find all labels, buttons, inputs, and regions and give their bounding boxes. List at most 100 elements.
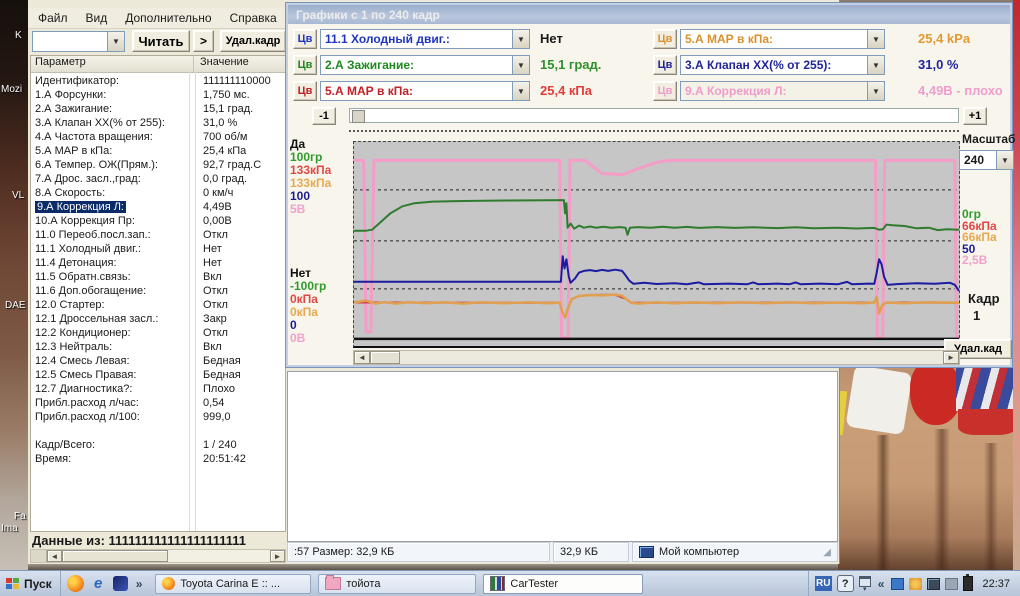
param-name: 11.6 Доп.обогащение: [31, 284, 195, 298]
task-label: тойота [346, 578, 380, 590]
table-row[interactable]: 8.А Скорость:0 км/ч [31, 186, 285, 200]
resize-grip[interactable]: ◢ [823, 547, 831, 558]
table-row[interactable]: 12.0 Стартер:Откл [31, 298, 285, 312]
table-row[interactable]: Прибл.расход л/час:0,54 [31, 396, 285, 410]
table-row[interactable]: 12.7 Диагностика?:Плохо [31, 382, 285, 396]
menu-view[interactable]: Вид [86, 11, 108, 25]
desktop-icon-label[interactable]: Mozi [1, 84, 22, 95]
table-row[interactable]: 3.А Клапан ХХ(% от 255):31,0 % [31, 116, 285, 130]
table-row[interactable]: 11.1 Холодный двиг.:Нет [31, 242, 285, 256]
table-row[interactable]: 11.6 Доп.обогащение:Откл [31, 284, 285, 298]
table-row[interactable]: 2.А Зажигание:15,1 град. [31, 102, 285, 116]
table-row[interactable]: 12.1 Дроссельная засл.:Закр [31, 312, 285, 326]
chevron-overflow-icon[interactable]: » [134, 577, 145, 591]
ie-icon[interactable]: e [90, 575, 107, 592]
scroll-left-arrow-icon[interactable]: ◄ [354, 351, 370, 364]
table-row[interactable]: 11.0 Переоб.посл.зап.:Откл [31, 228, 285, 242]
parameter-select[interactable]: 2.А Зажигание: ▼ [320, 55, 530, 75]
display-tray-icon[interactable] [927, 578, 940, 590]
table-horizontal-scrollbar[interactable]: ◄ ► [30, 549, 286, 563]
taskbar-task-folder[interactable]: тойота [318, 574, 476, 594]
frame-plus-button[interactable]: +1 [963, 107, 987, 125]
table-row[interactable] [31, 424, 285, 438]
firefox-icon[interactable] [67, 575, 84, 592]
parameter-select[interactable]: 11.1 Холодный двиг.: ▼ [320, 29, 530, 49]
menu-file[interactable]: Файл [38, 11, 68, 25]
color-button[interactable]: Цв [293, 29, 317, 49]
menu-help[interactable]: Справка [230, 11, 277, 25]
axis-labels-right-mid: 0гр66кПа66кПа502,5В [962, 209, 997, 267]
parameter-select[interactable]: 5.А МАР в кПа: ▼ [320, 81, 530, 101]
graph-horizontal-scrollbar[interactable]: ◄ ► [353, 350, 960, 365]
collapse-tray-chevron[interactable]: « [876, 577, 887, 591]
taskbar-task-browser[interactable]: Toyota Carina E :: ... [155, 574, 311, 594]
table-row[interactable]: 11.4 Детонация:Нет [31, 256, 285, 270]
table-row[interactable]: Идентификатор:111111110000 [31, 74, 285, 88]
read-button[interactable]: Читать [132, 30, 190, 52]
table-row[interactable]: 4.А Частота вращения:700 об/м [31, 130, 285, 144]
step-button[interactable]: > [193, 30, 214, 52]
media-player-icon[interactable] [113, 576, 128, 591]
scale-select[interactable]: 240 ▼ [959, 150, 1014, 170]
table-row[interactable]: Время:20:51:42 [31, 452, 285, 466]
port-select[interactable]: ▼ [32, 31, 125, 52]
color-button[interactable]: Цв [293, 55, 317, 75]
graph-window-titlebar[interactable]: Графики с 1 по 240 кадр [288, 5, 1010, 24]
param-value: 999,0 [195, 410, 231, 424]
taskbar: Пуск e » Toyota Carina E :: ... тойота C… [0, 570, 1020, 596]
table-row[interactable]: 12.5 Смесь Правая:Бедная [31, 368, 285, 382]
network-tray-icon[interactable] [891, 578, 904, 590]
scroll-left-arrow-icon[interactable]: ◄ [47, 550, 62, 562]
table-row[interactable]: 12.2 Кондиционер:Откл [31, 326, 285, 340]
table-row[interactable]: 11.5 Обратн.связь:Вкл [31, 270, 285, 284]
data-source-value: 111111111111111111111 [109, 533, 246, 548]
column-header-parameter[interactable]: Параметр [31, 56, 194, 72]
table-row[interactable]: 9.А Коррекция Л:4,49В [31, 200, 285, 214]
parameter-select[interactable]: 5.А МАР в кПа: ▼ [680, 29, 885, 49]
table-row[interactable]: 12.4 Смесь Левая:Бедная [31, 354, 285, 368]
frame-minus-button[interactable]: -1 [312, 107, 336, 125]
table-row[interactable]: 5.А МАР в кПа:25,4 кПа [31, 144, 285, 158]
table-row[interactable]: 10.А Коррекция Пр:0,00В [31, 214, 285, 228]
battery-tray-icon[interactable] [963, 576, 973, 591]
parameter-select[interactable]: 3.А Клапан ХХ(% от 255): ▼ [680, 55, 885, 75]
desktop-screen: K Mozi VL DAE Fa Ima Файл Вид Дополнител… [0, 0, 1020, 596]
shield-tray-icon[interactable] [909, 578, 922, 590]
column-header-value[interactable]: Значение [194, 56, 285, 72]
table-row[interactable]: 1.А Форсунки:1,750 мс. [31, 88, 285, 102]
table-row[interactable]: 12.3 Нейтраль:Вкл [31, 340, 285, 354]
slider-thumb[interactable] [352, 110, 365, 123]
frame-position-slider[interactable] [349, 108, 959, 123]
table-row[interactable]: 6.А Темпер. ОЖ(Прям.):92,7 град.С [31, 158, 285, 172]
scroll-right-arrow-icon[interactable]: ► [943, 351, 959, 364]
table-row[interactable]: Кадр/Всего:1 / 240 [31, 438, 285, 452]
table-row[interactable]: 7.А Дрос. засл.,град:0,0 град. [31, 172, 285, 186]
start-button[interactable]: Пуск [0, 571, 61, 596]
param-name: 12.5 Смесь Правая: [31, 368, 195, 382]
menu-additional[interactable]: Дополнительно [125, 11, 211, 25]
hidden-icons-toggle[interactable]: ▾ [859, 576, 871, 592]
help-tray-icon[interactable]: ? [837, 575, 854, 592]
color-button[interactable]: Цв [653, 55, 677, 75]
table-row[interactable]: Прибл.расход л/100:999,0 [31, 410, 285, 424]
status-text: Мой компьютер [659, 546, 739, 558]
scroll-right-arrow-icon[interactable]: ► [270, 550, 285, 562]
scrollbar-thumb[interactable] [370, 351, 400, 364]
device-tray-icon[interactable] [945, 578, 958, 590]
language-indicator[interactable]: RU [815, 576, 832, 591]
scrollbar-track[interactable] [168, 550, 270, 562]
desktop-icon-label[interactable]: VL [12, 190, 24, 201]
delete-frame-button[interactable]: Удал.кадр [220, 30, 286, 52]
taskbar-task-cartester[interactable]: CarTester [483, 574, 643, 594]
desktop-icon-label[interactable]: DAE [5, 300, 26, 311]
chart-plot-area[interactable] [353, 141, 960, 348]
color-button[interactable]: Цв [653, 81, 677, 101]
desktop-icon-label[interactable]: Ima [1, 523, 18, 534]
color-button[interactable]: Цв [293, 81, 317, 101]
scrollbar-thumb[interactable] [62, 550, 168, 562]
desktop-icon-label[interactable]: K [15, 30, 22, 41]
desktop-icon-label[interactable]: Fa [14, 511, 26, 522]
color-button[interactable]: Цв [653, 29, 677, 49]
scrollbar-track[interactable] [400, 351, 943, 364]
param-name: 1.А Форсунки: [31, 88, 195, 102]
